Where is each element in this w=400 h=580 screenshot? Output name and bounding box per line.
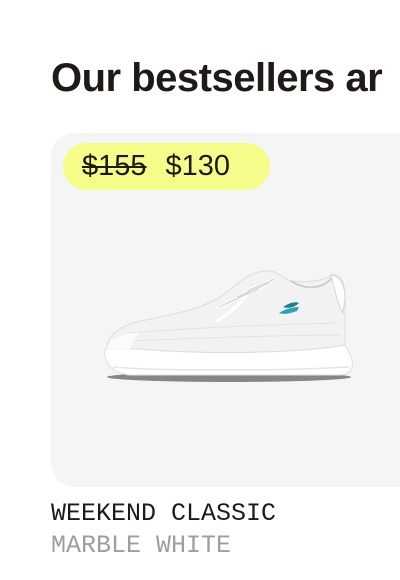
sale-price: $130 [165,150,231,182]
product-name[interactable]: WEEKEND CLASSIC [51,498,276,530]
product-card[interactable]: $155 $130 [51,133,400,487]
product-caption: WEEKEND CLASSIC MARBLE WHITE [51,498,276,562]
sneaker-image[interactable] [99,263,355,393]
price-badge: $155 $130 [63,143,270,190]
product-color: MARBLE WHITE [51,531,232,560]
bestsellers-section: Our bestsellers ar $155 $130 WEEKEND CLA… [0,0,400,580]
section-heading: Our bestsellers ar [51,56,383,100]
original-price: $155 [82,150,147,182]
